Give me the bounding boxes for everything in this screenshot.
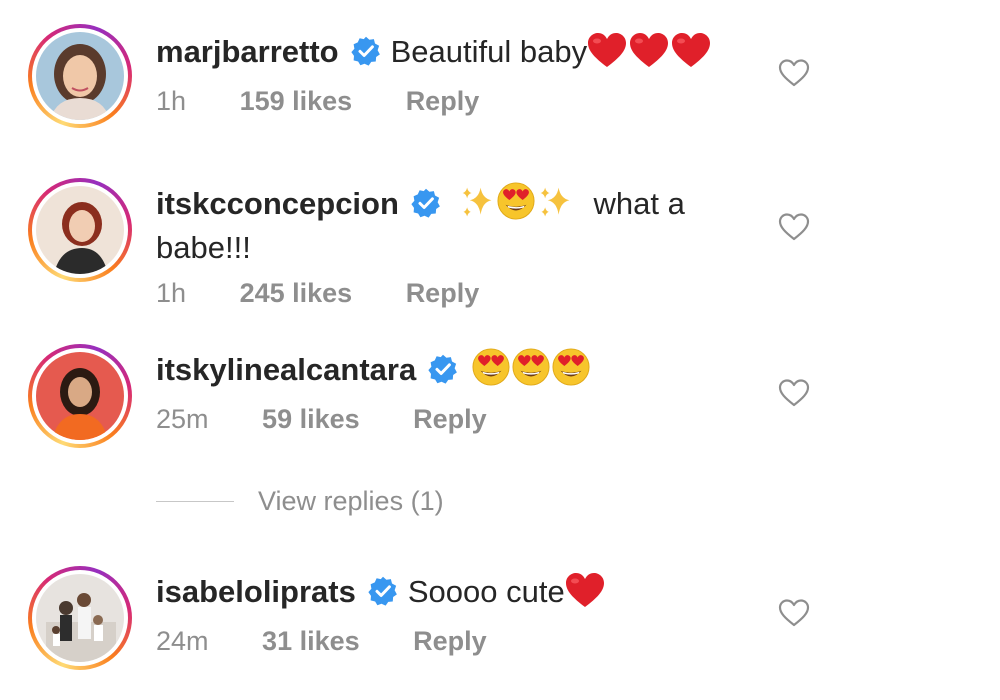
timestamp: 24m: [156, 626, 209, 656]
like-heart-icon[interactable]: [778, 212, 810, 242]
comment-meta: 25m 59 likes Reply: [156, 404, 533, 435]
like-heart-icon[interactable]: [778, 598, 810, 628]
divider-line: [156, 501, 234, 502]
heart-eyes-emoji: [552, 348, 590, 386]
verified-badge-icon: [351, 36, 381, 66]
reply-button[interactable]: Reply: [413, 404, 487, 434]
likes-count[interactable]: 59 likes: [262, 404, 360, 434]
reply-button[interactable]: Reply: [406, 86, 480, 116]
verified-badge-icon: [428, 354, 458, 384]
red-heart-emoji: [565, 572, 605, 608]
reply-button[interactable]: Reply: [406, 278, 480, 308]
verified-badge-icon: [411, 188, 441, 218]
avatar[interactable]: [36, 352, 124, 440]
likes-count[interactable]: 31 likes: [262, 626, 360, 656]
comment-body: Soooo cute: [407, 574, 565, 609]
comment-text: itskylinealcantara: [156, 348, 736, 392]
comment-meta: 24m 31 likes Reply: [156, 626, 533, 657]
story-ring[interactable]: [28, 344, 132, 448]
heart-eyes-emoji: [497, 182, 535, 220]
story-ring[interactable]: [28, 24, 132, 128]
comment-meta: 1h 245 likes Reply: [156, 278, 525, 309]
username[interactable]: isabeloliprats: [156, 574, 356, 609]
comment-body: Beautiful baby: [390, 34, 588, 69]
likes-count[interactable]: 159 likes: [240, 86, 353, 116]
timestamp: 25m: [156, 404, 209, 434]
timestamp: 1h: [156, 86, 187, 116]
timestamp: 1h: [156, 278, 187, 308]
username[interactable]: itskylinealcantara: [156, 352, 416, 387]
red-heart-emoji: [587, 32, 627, 68]
sparkles-emoji: [459, 184, 495, 220]
story-ring[interactable]: [28, 178, 132, 282]
comment-meta: 1h 159 likes Reply: [156, 86, 525, 117]
red-heart-emoji: [671, 32, 711, 68]
view-replies-button[interactable]: View replies (1): [156, 486, 444, 517]
heart-eyes-emoji: [472, 348, 510, 386]
view-replies-label[interactable]: View replies (1): [258, 486, 444, 517]
story-ring[interactable]: [28, 566, 132, 670]
heart-eyes-emoji: [512, 348, 550, 386]
avatar[interactable]: [36, 574, 124, 662]
comment-text: itskcconcepcion what a babe!!!: [156, 182, 736, 270]
comment-text: marjbarretto Beautiful baby: [156, 30, 736, 74]
sparkles-emoji: [537, 184, 573, 220]
like-heart-icon[interactable]: [778, 378, 810, 408]
username[interactable]: marjbarretto: [156, 34, 339, 69]
avatar[interactable]: [36, 32, 124, 120]
red-heart-emoji: [629, 32, 669, 68]
comment-text: isabeloliprats Soooo cute: [156, 570, 736, 614]
likes-count[interactable]: 245 likes: [240, 278, 353, 308]
avatar[interactable]: [36, 186, 124, 274]
like-heart-icon[interactable]: [778, 58, 810, 88]
reply-button[interactable]: Reply: [413, 626, 487, 656]
verified-badge-icon: [368, 576, 398, 606]
username[interactable]: itskcconcepcion: [156, 186, 399, 221]
